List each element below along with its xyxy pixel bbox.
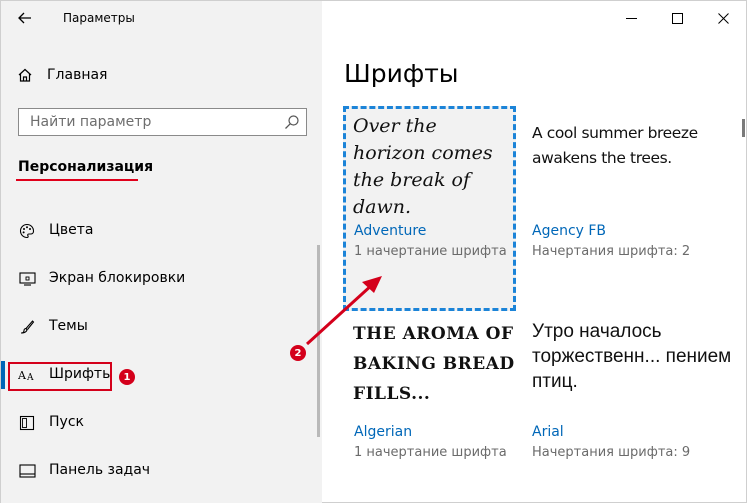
annotation-badge-2: 2 [290,345,306,361]
font-styles-count: 1 начертание шрифта [354,445,507,460]
active-indicator [1,361,5,389]
home-icon [18,68,32,82]
main-scrollbar[interactable] [742,119,745,137]
section-title: Персонализация [18,159,154,175]
font-name[interactable]: Adventure [354,223,426,239]
section-title-highlight [16,179,138,181]
sidebar-item-label: Экран блокировки [49,270,186,286]
palette-icon [18,223,36,239]
sidebar-item-start[interactable]: Пуск [1,401,313,445]
settings-window: Параметры Главная Персонализация Ц [0,0,747,503]
lock-screen-icon [18,271,36,287]
font-preview[interactable]: Утро началось торжественн... пением птиц… [532,319,732,394]
close-icon [717,12,729,24]
taskbar-icon [18,463,36,479]
page-title: Шрифты [344,59,459,88]
nav-home[interactable]: Главная [17,63,107,87]
annotation-badge-1: 1 [119,369,135,385]
fonts-annotation-box [8,362,112,391]
minimize-icon [625,17,637,19]
sidebar-item-label: Цвета [49,222,94,238]
sidebar-item-label: Панель задач [49,462,151,478]
font-name[interactable]: Agency FB [532,223,606,239]
font-preview[interactable]: A cool summer breeze awakens the trees. [532,121,712,171]
window-controls [608,1,746,35]
close-button[interactable] [700,1,746,35]
sidebar-item-lock-screen[interactable]: Экран блокировки [1,257,313,301]
sidebar-item-themes[interactable]: Темы [1,305,313,349]
back-arrow-icon [18,12,31,24]
sidebar-item-taskbar[interactable]: Панель задач [1,449,313,493]
sidebar-item-label: Темы [49,318,88,334]
maximize-button[interactable] [654,1,700,35]
font-name[interactable]: Arial [532,424,564,440]
search-icon[interactable] [284,114,300,130]
back-button[interactable] [11,6,39,30]
font-name[interactable]: Algerian [354,424,412,440]
start-icon [18,415,36,431]
minimize-button[interactable] [608,1,654,35]
sidebar-scrollbar[interactable] [317,245,320,437]
font-preview[interactable]: The aroma of baking bread fills... [353,319,523,409]
search-box[interactable] [18,108,307,136]
font-styles-count: Начертания шрифта: 2 [532,244,691,259]
sidebar-item-colors[interactable]: Цвета [1,209,313,253]
search-input[interactable] [19,109,269,135]
nav-home-label: Главная [47,67,108,83]
font-styles-count: 1 начертание шрифта [354,244,507,259]
sidebar: Параметры Главная Персонализация Ц [1,1,322,503]
sidebar-item-label: Пуск [49,414,84,430]
maximize-icon [671,12,683,24]
themes-icon [18,319,36,335]
font-styles-count: Начертания шрифта: 9 [532,445,691,460]
font-preview[interactable]: Over the horizon comes the break of dawn… [353,113,513,221]
app-title: Параметры [63,11,135,25]
